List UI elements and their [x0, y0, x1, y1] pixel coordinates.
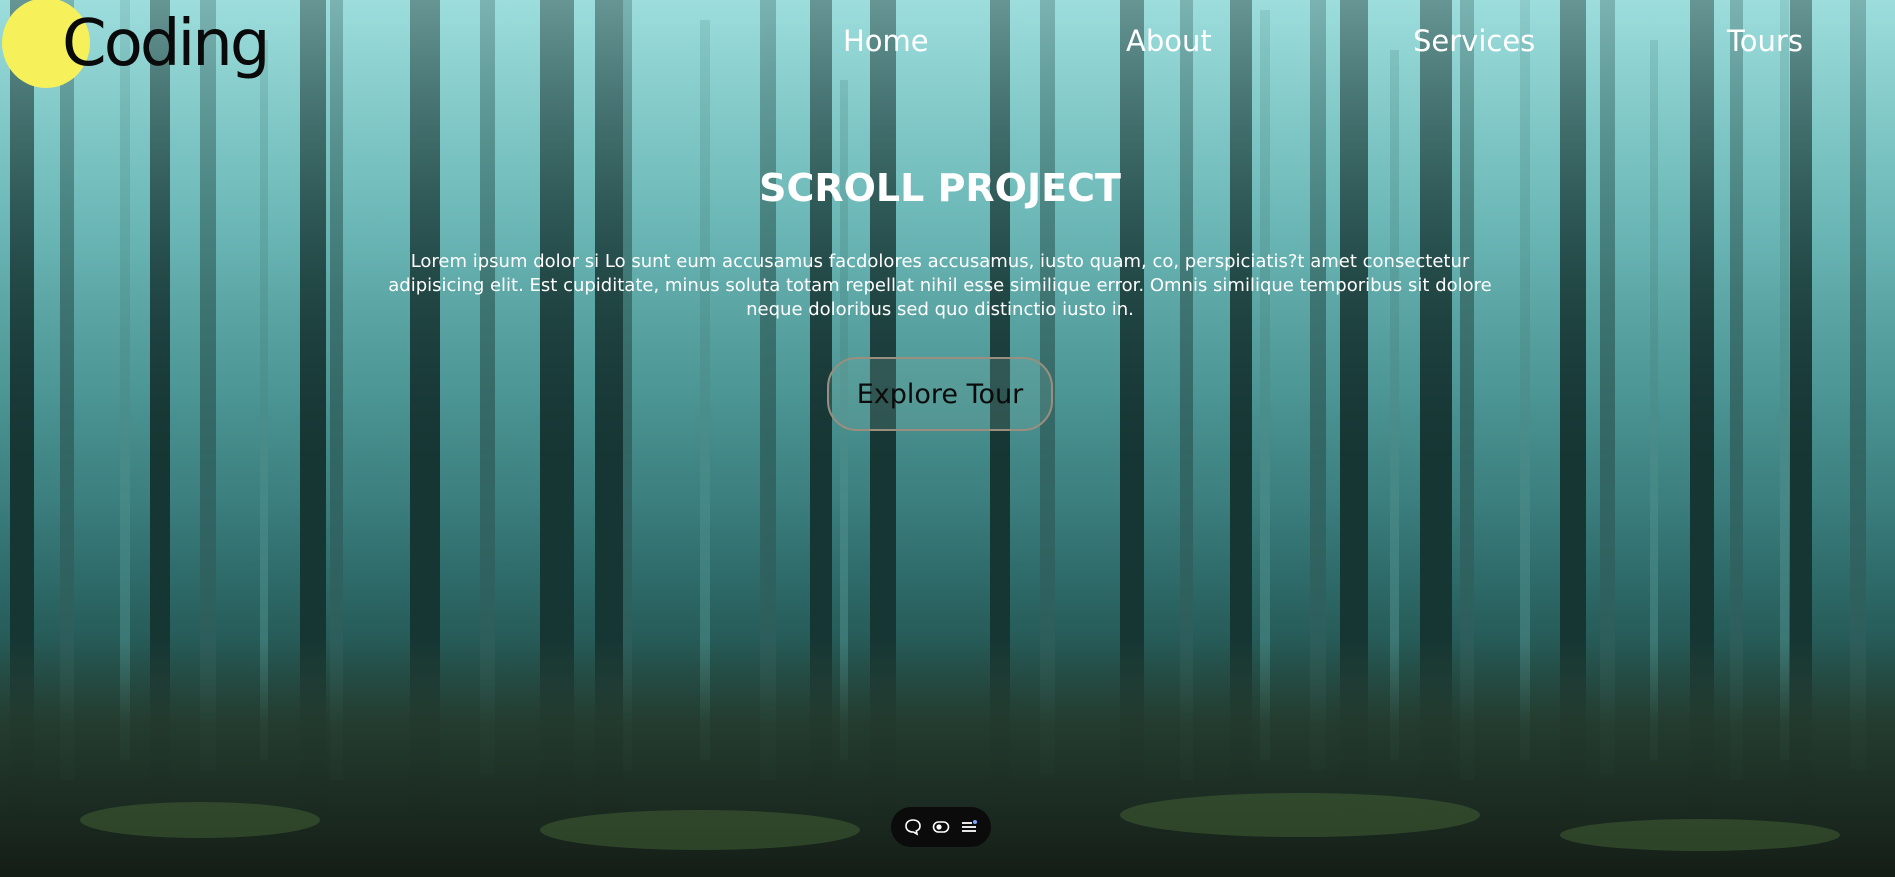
- nav-link-services[interactable]: Services: [1413, 24, 1535, 58]
- hero-description: Lorem ipsum dolor si Lo sunt eum accusam…: [388, 251, 1492, 320]
- nav-link-about[interactable]: About: [1126, 24, 1212, 58]
- forest-background-image: [0, 0, 1895, 877]
- chat-bubble-icon[interactable]: [902, 816, 924, 838]
- logo-text: Coding: [62, 7, 270, 81]
- nav-link-home[interactable]: Home: [843, 24, 929, 58]
- hero-section: Coding Home About Services Tours SCROLL …: [0, 0, 1895, 877]
- menu-list-icon[interactable]: [958, 816, 980, 838]
- toggle-icon[interactable]: [930, 816, 952, 838]
- explore-tour-button[interactable]: Explore Tour: [827, 357, 1053, 431]
- floating-toolbar: [891, 807, 991, 847]
- page-title: SCROLL PROJECT: [759, 166, 1121, 210]
- logo[interactable]: Coding: [0, 0, 300, 90]
- nav-link-tours[interactable]: Tours: [1727, 24, 1803, 58]
